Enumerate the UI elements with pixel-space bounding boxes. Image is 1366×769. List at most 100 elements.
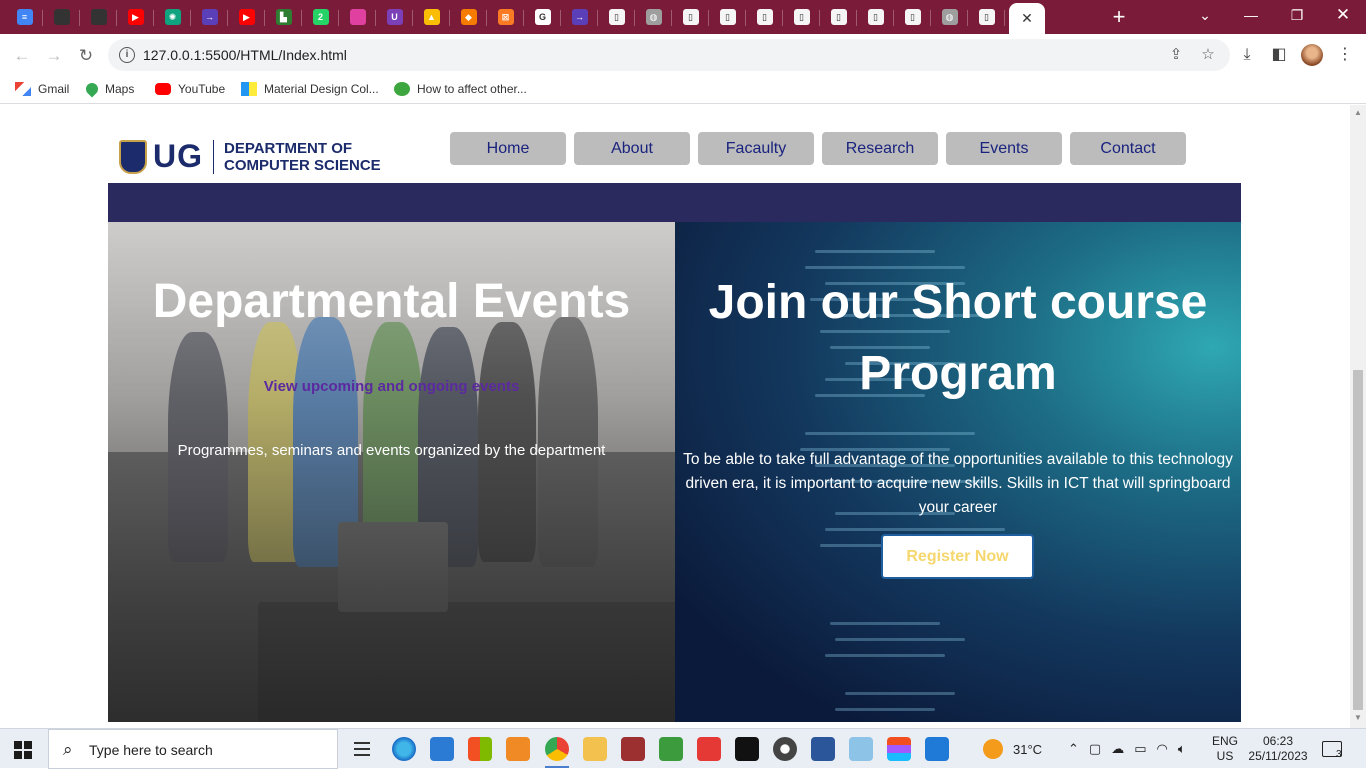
tab-list: ≡ ▶ ✺ → ▶ ▙ 2 U ▲ ◆ ⊠ G → ▯ ◍ ▯ ▯ ▯ ▯ ▯ ▯ ▯ ◍ ▯ ✕	[6, 3, 1045, 34]
browser-tab[interactable]: ≡	[6, 3, 43, 31]
weather-widget[interactable]: 31°C	[983, 729, 1042, 769]
youtube-app-icon[interactable]	[697, 737, 721, 761]
events-title: Departmental Events	[152, 275, 631, 328]
bookmark-maps[interactable]: Maps	[83, 80, 134, 98]
nav-about[interactable]: About	[574, 132, 690, 165]
close-window-button[interactable]: ✕	[1320, 0, 1366, 30]
nav-home[interactable]: Home	[450, 132, 566, 165]
download-icon[interactable]: ⤓	[1236, 44, 1258, 66]
browser-tab[interactable]: ▯	[894, 3, 931, 31]
bookmark-material[interactable]: Material Design Col...	[241, 82, 379, 96]
region-code: US	[1216, 749, 1234, 763]
browser-tab[interactable]: ▯	[968, 3, 1005, 31]
node-icon[interactable]	[659, 737, 683, 761]
nav-contact[interactable]: Contact	[1070, 132, 1186, 165]
site-logo[interactable]: UG DEPARTMENT OF COMPUTER SCIENCE	[119, 138, 381, 175]
browser-tab[interactable]: ◍	[931, 3, 968, 31]
settings-gear-icon[interactable]	[773, 737, 797, 761]
wifi-icon[interactable]: ◠	[1157, 741, 1168, 757]
browser-tab[interactable]: ◍	[635, 3, 672, 31]
notification-center[interactable]: 3	[1322, 729, 1342, 769]
site-info-icon[interactable]: i	[119, 47, 135, 63]
nav-faculty[interactable]: Facaulty	[698, 132, 814, 165]
browser-tab[interactable]	[80, 3, 117, 31]
scrollbar-thumb[interactable]	[1353, 370, 1363, 710]
mail-icon[interactable]	[430, 737, 454, 761]
language-indicator[interactable]: ENG US	[1212, 729, 1238, 769]
meet-icon: →	[571, 9, 588, 25]
bookmark-gmail[interactable]: Gmail	[15, 82, 69, 96]
browser-tab[interactable]: ▙	[265, 3, 302, 31]
taskbar-search[interactable]: ⌕ Type here to search	[48, 729, 338, 769]
browser-tab[interactable]	[339, 3, 376, 31]
new-tab-button[interactable]: +	[1106, 4, 1132, 30]
browser-tab[interactable]: 2	[302, 3, 339, 31]
profile-avatar[interactable]	[1301, 44, 1323, 66]
address-bar[interactable]: i 127.0.0.1:5500/HTML/Index.html ⇪ ☆	[108, 39, 1230, 71]
browser-tab[interactable]: G	[524, 3, 561, 31]
browser-tab[interactable]: ▯	[746, 3, 783, 31]
windows-start-icon[interactable]	[14, 741, 32, 759]
browser-tab[interactable]: U	[376, 3, 413, 31]
file-explorer-icon[interactable]	[583, 737, 607, 761]
nav-research[interactable]: Research	[822, 132, 938, 165]
chrome-icon[interactable]	[545, 737, 569, 761]
forward-button[interactable]: →	[40, 42, 68, 70]
scroll-up-icon[interactable]: ▲	[1354, 108, 1362, 117]
notes-icon[interactable]	[849, 737, 873, 761]
battery-icon[interactable]: ▭	[1134, 741, 1146, 757]
browser-tab[interactable]: ◆	[450, 3, 487, 31]
close-tab-icon[interactable]: ✕	[1021, 10, 1033, 27]
browser-tab[interactable]: ▯	[857, 3, 894, 31]
bookmark-star-icon[interactable]: ☆	[1198, 45, 1218, 65]
browser-tab[interactable]: →	[191, 3, 228, 31]
winrar-icon[interactable]	[621, 737, 645, 761]
clock[interactable]: 06:23 25/11/2023	[1248, 729, 1308, 769]
word-icon[interactable]	[811, 737, 835, 761]
browser-tab[interactable]: ▯	[598, 3, 635, 31]
browser-tab[interactable]: ▯	[820, 3, 857, 31]
page-icon: ▯	[867, 9, 884, 25]
active-tab[interactable]: ✕	[1009, 3, 1045, 34]
meet-icon: →	[201, 9, 218, 25]
share-icon[interactable]: ⇪	[1166, 45, 1186, 65]
reload-button[interactable]: ↻	[72, 42, 100, 70]
events-link[interactable]: View upcoming and ongoing events	[108, 378, 675, 395]
browser-tab[interactable]: ▯	[672, 3, 709, 31]
side-panel-icon[interactable]: ◧	[1268, 44, 1290, 66]
nav-events[interactable]: Events	[946, 132, 1062, 165]
register-button[interactable]: Register Now	[881, 534, 1034, 579]
browser-tab[interactable]: ▶	[117, 3, 154, 31]
bookmark-youtube[interactable]: YouTube	[155, 82, 225, 96]
task-view-icon[interactable]	[350, 737, 374, 761]
menu-kebab-icon[interactable]: ⋮	[1334, 44, 1356, 66]
browser-tab[interactable]: ▯	[709, 3, 746, 31]
page-icon: ▯	[756, 9, 773, 25]
store-icon[interactable]	[468, 737, 492, 761]
vscode-icon[interactable]	[925, 737, 949, 761]
browser-tab[interactable]: ⊠	[487, 3, 524, 31]
edge-icon[interactable]	[392, 737, 416, 761]
browser-tab[interactable]: ▯	[783, 3, 820, 31]
tab-search-icon[interactable]: ⌄	[1182, 0, 1228, 30]
volume-icon[interactable]: 🔈︎	[1178, 741, 1186, 757]
chatgpt-icon: ✺	[164, 9, 181, 25]
bookmark-how-to[interactable]: How to affect other...	[394, 82, 527, 96]
browser-tab[interactable]: ✺	[154, 3, 191, 31]
page-scrollbar[interactable]: ▲ ▼	[1350, 105, 1366, 728]
intellij-icon[interactable]	[735, 737, 759, 761]
restore-button[interactable]: ❐	[1274, 0, 1320, 30]
figma-icon[interactable]	[887, 737, 911, 761]
url-text[interactable]: 127.0.0.1:5500/HTML/Index.html	[143, 47, 347, 63]
back-button[interactable]: ←	[8, 42, 36, 70]
browser-tab[interactable]: ▲	[413, 3, 450, 31]
minimize-button[interactable]: —	[1228, 0, 1274, 30]
browser-tab[interactable]: ▶	[228, 3, 265, 31]
media-player-icon[interactable]	[506, 737, 530, 761]
scroll-down-icon[interactable]: ▼	[1354, 713, 1362, 722]
browser-tab[interactable]	[43, 3, 80, 31]
browser-tab[interactable]: →	[561, 3, 598, 31]
meet-now-icon[interactable]: ▢	[1089, 741, 1101, 757]
chevron-up-icon[interactable]: ⌃	[1068, 741, 1079, 757]
cloud-icon[interactable]: ☁	[1111, 741, 1124, 757]
